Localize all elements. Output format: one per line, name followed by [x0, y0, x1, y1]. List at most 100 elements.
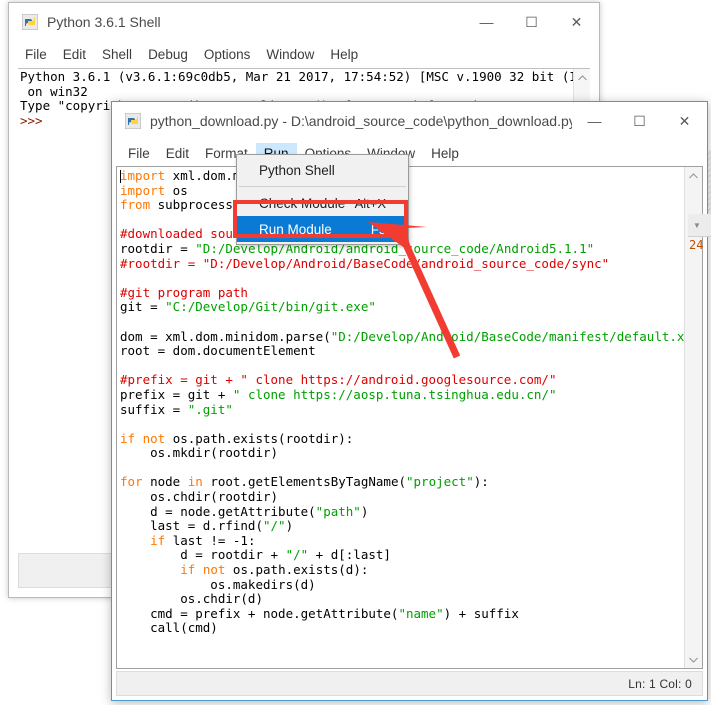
shell-maximize-button[interactable]: ☐ — [509, 7, 554, 37]
code-token: #rootdir = "D:/Develop/Android/BaseCode/… — [120, 255, 610, 271]
code-token: rootdir = — [120, 240, 196, 256]
shell-menu-file[interactable]: File — [17, 44, 55, 65]
code-token: git = — [120, 299, 166, 315]
code-token: subprocess — [150, 197, 241, 213]
code-token: if — [120, 430, 136, 446]
shell-close-button[interactable]: ✕ — [554, 7, 599, 37]
code-token: os — [165, 182, 188, 198]
shell-menu-window[interactable]: Window — [258, 44, 322, 65]
code-token: "C:/Develop/Git/bin/git.exe" — [165, 299, 376, 315]
shell-titlebar[interactable]: Python 3.6.1 Shell — ☐ ✕ — [9, 3, 599, 41]
code-token: "/" — [285, 547, 309, 563]
code-line: os.chdir(d) — [120, 591, 685, 607]
code-token: cmd = prefix + node.getAttribute( — [120, 605, 399, 621]
run-menu-item-check-module[interactable]: Check Module Alt+X — [237, 190, 408, 216]
editor-text-area[interactable]: import xml.dom.minidom import os from subp… — [116, 166, 703, 669]
code-token: " clone https://aosp.tuna.tsinghua.edu.c… — [232, 386, 557, 402]
scroll-up-icon[interactable] — [685, 167, 702, 184]
code-line: if not os.path.exists(rootdir): — [120, 430, 685, 447]
code-line: git = "C:/Develop/Git/bin/git.exe" — [120, 300, 685, 315]
code-line: prefix = git + " clone https://aosp.tuna… — [120, 386, 685, 403]
run-menu-separator — [239, 186, 406, 187]
python-idle-icon — [21, 13, 39, 31]
code-token: ) — [285, 518, 294, 534]
shell-title: Python 3.6.1 Shell — [47, 14, 161, 30]
code-line: root = dom.documentElement — [120, 343, 685, 359]
shell-output-line-1: Python 3.6.1 (v3.6.1:69c0db5, Mar 21 201… — [20, 69, 590, 84]
background-line-number: 24 — [689, 238, 704, 252]
shell-menubar[interactable]: File Edit Shell Debug Options Window Help — [9, 41, 599, 67]
code-token: ) + suffix — [443, 605, 519, 621]
code-token: not — [202, 562, 226, 578]
code-token: os.chdir(rootdir) — [120, 489, 279, 505]
code-token: prefix = git + — [120, 386, 233, 402]
chevron-down-icon: ▼ — [693, 221, 701, 230]
code-token: os.mkdir(rootdir) — [120, 445, 279, 461]
shell-window-controls[interactable]: — ☐ ✕ — [464, 3, 599, 41]
editor-minimize-button[interactable]: — — [572, 106, 617, 136]
run-menu-item-accelerator: F5 — [370, 221, 386, 237]
editor-statusbar: Ln: 1 Col: 0 — [116, 671, 703, 696]
code-token: ".git" — [187, 401, 233, 417]
code-line: os.makedirs(d) — [120, 576, 685, 593]
code-token: "path" — [315, 503, 361, 519]
code-line: call(cmd) — [120, 621, 685, 636]
scroll-up-icon[interactable] — [574, 69, 590, 86]
run-dropdown-menu[interactable]: Python Shell Check Module Alt+X Run Module F… — [236, 154, 409, 245]
code-line: suffix = ".git" — [120, 401, 685, 418]
editor-window[interactable]: python_download.py - D:\android_source_c… — [111, 101, 708, 701]
background-app-fragment: ▼ 24 — [688, 214, 711, 260]
code-token: "name" — [398, 605, 444, 621]
editor-window-controls[interactable]: — ☐ ✕ — [572, 102, 707, 140]
python-idle-icon — [124, 112, 142, 130]
code-token: call(cmd) — [120, 620, 218, 636]
code-token: d = node.getAttribute( — [120, 503, 316, 519]
code-line: last = d.rfind("/") — [120, 518, 685, 534]
code-token: last = d.rfind( — [120, 518, 263, 534]
code-token: if — [150, 532, 166, 548]
editor-maximize-button[interactable]: ☐ — [617, 106, 662, 136]
code-token: #prefix = git + " clone https://android.… — [120, 372, 557, 388]
shell-menu-debug[interactable]: Debug — [140, 44, 196, 65]
shell-prompt: >>> — [20, 112, 43, 128]
run-menu-item-python-shell[interactable]: Python Shell — [237, 157, 408, 183]
code-token: in — [187, 474, 203, 490]
code-token: if — [180, 562, 196, 578]
code-token: + d[:last] — [308, 547, 391, 563]
run-menu-item-label: Check Module — [259, 195, 346, 211]
shell-minimize-button[interactable]: — — [464, 7, 509, 37]
code-token: for — [120, 474, 143, 490]
code-line: os.chdir(rootdir) — [120, 489, 685, 505]
code-token: "project" — [406, 474, 474, 490]
code-token: last != -1: — [165, 532, 256, 548]
shell-output-line-2: on win32 — [20, 83, 88, 99]
code-line: if not os.path.exists(d): — [120, 562, 685, 578]
editor-menu-file[interactable]: File — [120, 143, 158, 164]
shell-menu-options[interactable]: Options — [196, 44, 259, 65]
scroll-down-icon[interactable] — [685, 651, 702, 668]
code-token: ) — [360, 503, 369, 519]
editor-titlebar[interactable]: python_download.py - D:\android_source_c… — [112, 102, 707, 140]
editor-menubar[interactable]: File Edit Format Run Options Window Help — [112, 140, 707, 166]
code-token: os.path.exists(d): — [225, 562, 369, 578]
editor-close-button[interactable]: ✕ — [662, 106, 707, 136]
run-menu-item-run-module[interactable]: Run Module F5 — [237, 216, 408, 242]
code-line: if last != -1: — [120, 532, 685, 549]
editor-menu-edit[interactable]: Edit — [158, 143, 197, 164]
shell-menu-edit[interactable]: Edit — [55, 44, 94, 65]
code-token: os.chdir(d) — [120, 591, 263, 607]
shell-menu-shell[interactable]: Shell — [94, 44, 140, 65]
code-token: root = dom.documentElement — [120, 343, 316, 359]
code-token: root.getElementsByTagName( — [202, 474, 406, 490]
code-token: "/" — [263, 518, 286, 534]
code-token: os.makedirs(d) — [120, 576, 316, 592]
code-token: node — [142, 474, 188, 490]
editor-menu-help[interactable]: Help — [423, 143, 467, 164]
shell-menu-help[interactable]: Help — [322, 44, 366, 65]
